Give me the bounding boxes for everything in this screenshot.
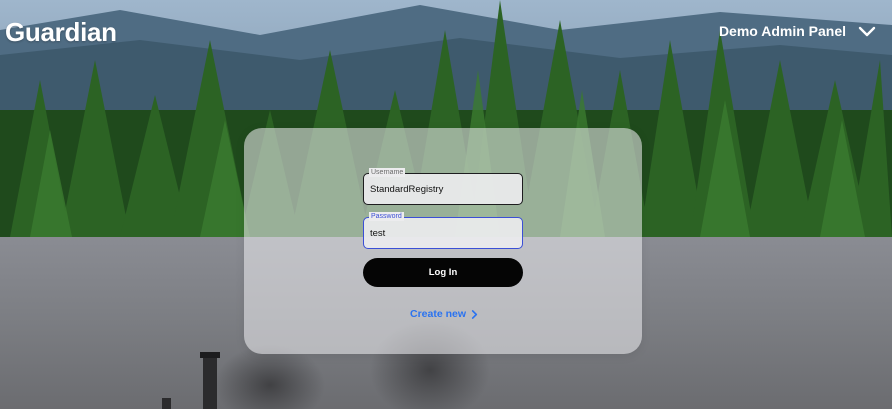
create-new-link[interactable]: Create new	[410, 308, 479, 320]
username-input[interactable]	[364, 174, 522, 204]
login-card: Username Password Log In Create new	[244, 128, 642, 354]
chevron-right-icon	[471, 309, 478, 319]
chevron-down-icon[interactable]	[858, 22, 876, 40]
app-logo-text: Guardian	[5, 17, 117, 47]
password-field[interactable]: Password	[363, 212, 523, 249]
create-new-label: Create new	[410, 308, 467, 320]
username-field[interactable]: Username	[363, 168, 523, 205]
login-button[interactable]: Log In	[363, 258, 523, 287]
admin-panel-label: Demo Admin Panel	[718, 23, 846, 39]
password-input[interactable]	[364, 218, 522, 248]
admin-panel-menu[interactable]: Demo Admin Panel	[719, 22, 876, 40]
